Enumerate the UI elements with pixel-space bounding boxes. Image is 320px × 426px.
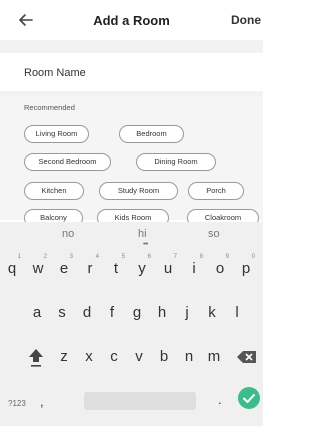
key-y[interactable]: y6	[130, 254, 154, 282]
chip-porch[interactable]: Porch	[188, 182, 244, 200]
space-key[interactable]	[84, 392, 196, 410]
chip-dining-room[interactable]: Dining Room	[136, 153, 216, 171]
key-s[interactable]: s	[50, 300, 74, 326]
chip-living-room[interactable]: Living Room	[24, 125, 89, 143]
done-button[interactable]: Done	[231, 13, 261, 27]
divider	[0, 40, 263, 53]
key-n[interactable]: n	[177, 344, 201, 370]
suggestion-3[interactable]: so	[208, 228, 220, 240]
chip-second-bedroom[interactable]: Second Bedroom	[24, 153, 111, 171]
keyboard: no hi ••• so q1 w2 e3 r4 t5 y6 u7 i8 o9 …	[0, 222, 263, 426]
key-u[interactable]: u7	[156, 254, 180, 282]
recommended-section: Recommended Living Room Bedroom Second B…	[0, 97, 263, 227]
enter-key[interactable]	[238, 387, 260, 409]
header-bar: Add a Room Done	[0, 0, 263, 40]
key-d[interactable]: d	[75, 300, 99, 326]
shift-key[interactable]	[24, 345, 48, 369]
period-key[interactable]: .	[218, 392, 222, 407]
key-w[interactable]: w2	[26, 254, 50, 282]
key-p[interactable]: p0	[234, 254, 258, 282]
backspace-key[interactable]	[235, 345, 259, 369]
key-a[interactable]: a	[25, 300, 49, 326]
key-l[interactable]: l	[225, 300, 249, 326]
room-name-row	[0, 53, 263, 91]
more-suggestions-icon[interactable]: •••	[143, 241, 148, 248]
key-c[interactable]: c	[102, 344, 126, 370]
key-f[interactable]: f	[100, 300, 124, 326]
key-z[interactable]: z	[52, 344, 76, 370]
backspace-icon	[237, 351, 256, 363]
key-i[interactable]: i8	[182, 254, 206, 282]
suggestion-1[interactable]: no	[62, 228, 74, 240]
key-g[interactable]: g	[125, 300, 149, 326]
key-j[interactable]: j	[175, 300, 199, 326]
key-x[interactable]: x	[77, 344, 101, 370]
key-h[interactable]: h	[150, 300, 174, 326]
page-title: Add a Room	[93, 13, 170, 28]
key-t[interactable]: t5	[104, 254, 128, 282]
key-m[interactable]: m	[202, 344, 226, 370]
key-b[interactable]: b	[152, 344, 176, 370]
check-icon	[243, 394, 255, 403]
chip-study-room[interactable]: Study Room	[99, 182, 178, 200]
chip-kitchen[interactable]: Kitchen	[24, 182, 84, 200]
key-q[interactable]: q1	[0, 254, 24, 282]
key-v[interactable]: v	[127, 344, 151, 370]
recommended-label: Recommended	[24, 103, 75, 112]
key-o[interactable]: o9	[208, 254, 232, 282]
key-e[interactable]: e3	[52, 254, 76, 282]
room-name-input[interactable]	[24, 63, 254, 83]
chip-bedroom[interactable]: Bedroom	[119, 125, 184, 143]
suggestion-2[interactable]: hi	[138, 228, 147, 240]
symbols-key[interactable]: ?123	[8, 399, 26, 408]
shift-icon	[29, 349, 43, 367]
key-r[interactable]: r4	[78, 254, 102, 282]
key-k[interactable]: k	[200, 300, 224, 326]
comma-key[interactable]: ,	[40, 394, 44, 409]
